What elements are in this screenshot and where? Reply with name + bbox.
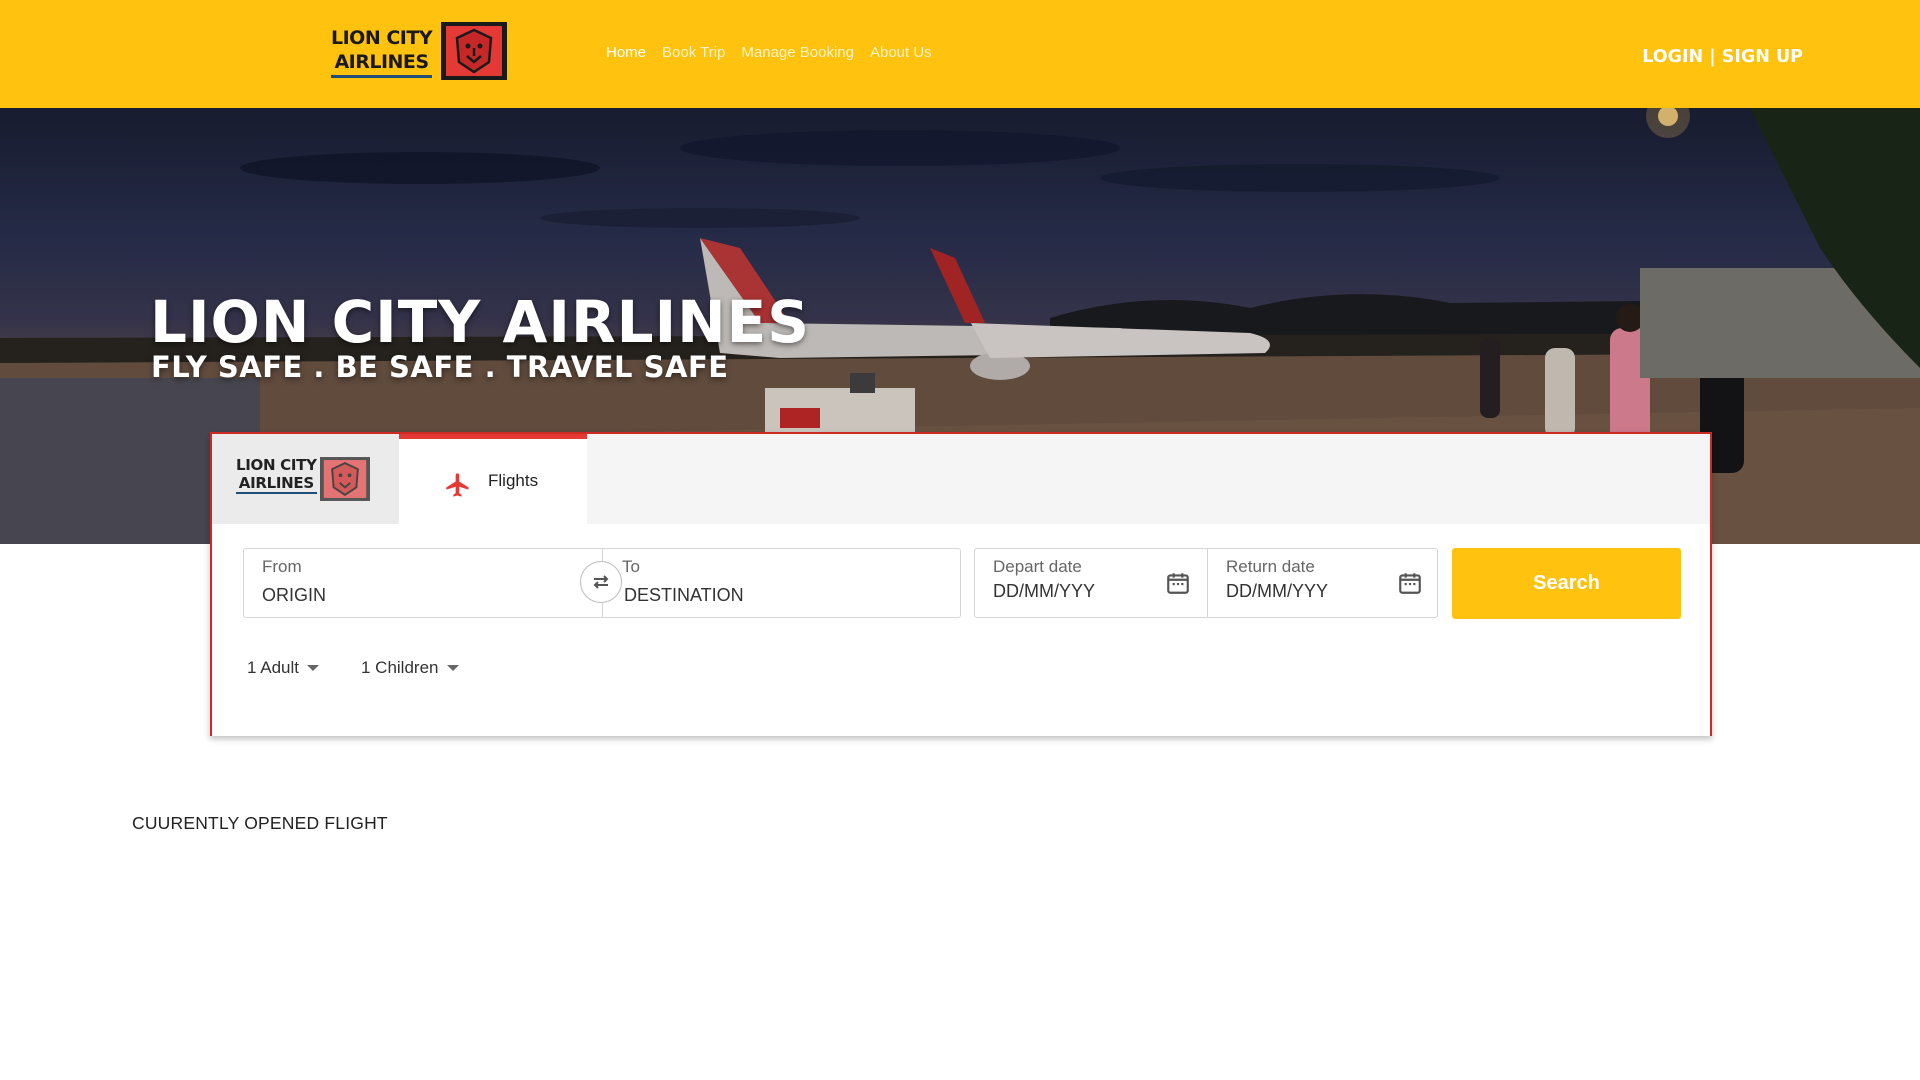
tab-brand-text: LION CITY AIRLINES [236, 456, 317, 494]
to-input[interactable] [624, 585, 824, 606]
return-date-input[interactable] [1226, 581, 1426, 602]
main-nav: Home Book Trip Manage Booking About Us [606, 44, 932, 61]
return-label: Return date [1226, 557, 1315, 576]
brand-line1: LION CITY [331, 27, 433, 49]
depart-date-field[interactable]: Depart date [975, 549, 1207, 617]
brand-logo[interactable]: LION CITY AIRLINES [327, 18, 509, 86]
booking-card: LION CITY AIRLINES Flights From ORIGIN T… [210, 432, 1712, 736]
nav-about-us[interactable]: About Us [870, 44, 932, 61]
adult-count: 1 Adult [247, 658, 299, 677]
hero-subtitle: FLY SAFE . BE SAFE . TRAVEL SAFE [151, 350, 729, 384]
lion-logo-icon [441, 22, 507, 80]
tab-brand-line1: LION CITY [236, 456, 317, 474]
to-field[interactable]: To [604, 549, 960, 617]
tab-brand-line2: AIRLINES [236, 474, 317, 494]
nav-book-trip[interactable]: Book Trip [662, 44, 725, 61]
tab-flights[interactable]: Flights [399, 434, 587, 524]
hero-title: LION CITY AIRLINES [150, 288, 811, 356]
depart-date-input[interactable] [993, 581, 1193, 602]
search-button[interactable]: Search [1452, 548, 1681, 619]
tab-flights-label: Flights [488, 471, 539, 490]
opened-flight-heading: CUURENTLY OPENED FLIGHT [132, 813, 388, 833]
booking-tabs: LION CITY AIRLINES Flights [212, 434, 1710, 524]
calendar-icon[interactable] [1165, 569, 1191, 597]
from-field[interactable]: From [244, 549, 602, 617]
login-link[interactable]: LOGIN [1642, 47, 1703, 67]
from-input[interactable] [262, 585, 462, 606]
depart-label: Depart date [993, 557, 1082, 576]
plane-icon [446, 473, 469, 497]
brand-line2: AIRLINES [331, 50, 433, 78]
signup-link[interactable]: SIGN UP [1722, 47, 1803, 67]
calendar-icon[interactable] [1397, 569, 1423, 597]
date-fields: Depart date Return date [974, 548, 1438, 618]
caret-down-icon [446, 665, 459, 671]
auth-links: LOGIN | SIGN UP [1642, 47, 1803, 67]
nav-manage-booking[interactable]: Manage Booking [741, 44, 854, 61]
from-label: From [262, 557, 302, 576]
return-date-field[interactable]: Return date [1208, 549, 1438, 617]
tab-brand-logo: LION CITY AIRLINES [212, 434, 399, 524]
children-selector[interactable]: 1 Children [361, 658, 459, 678]
nav-home[interactable]: Home [606, 44, 646, 61]
top-header: LION CITY AIRLINES Home Book Trip Manage… [0, 0, 1920, 108]
adult-selector[interactable]: 1 Adult [247, 658, 319, 678]
brand-logo-text: LION CITY AIRLINES [331, 26, 433, 78]
to-label: To [622, 557, 640, 576]
lion-logo-icon [320, 457, 370, 501]
caret-down-icon [307, 665, 319, 671]
route-fields: From To [243, 548, 961, 618]
children-count: 1 Children [361, 658, 439, 677]
auth-separator: | [1703, 47, 1722, 67]
